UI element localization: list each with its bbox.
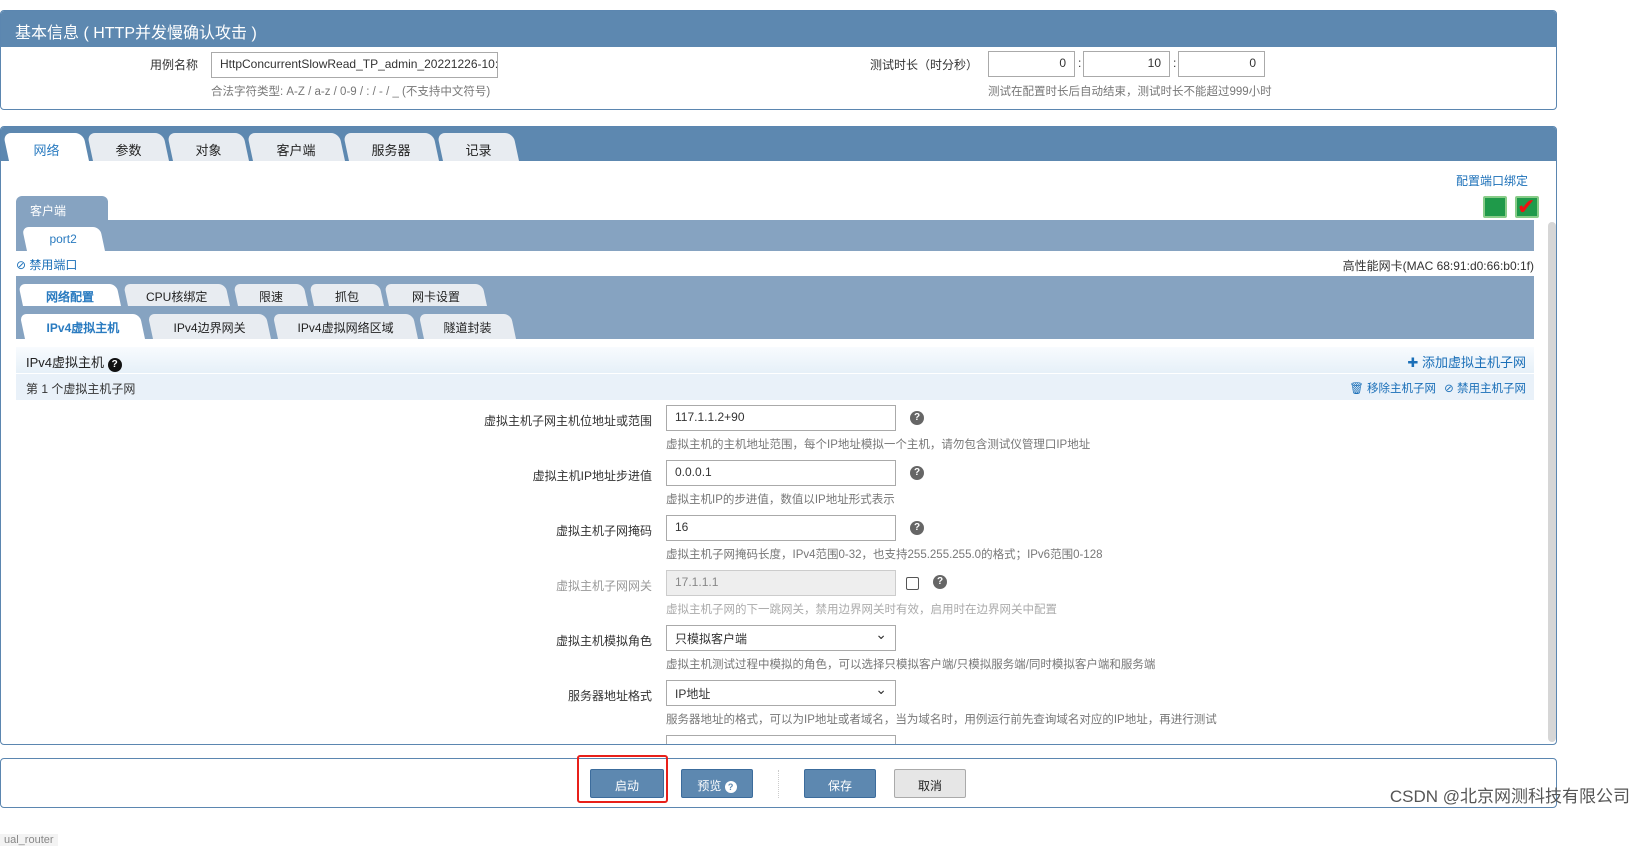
tab-client[interactable]: 客户端 [247,133,345,161]
tab-records[interactable]: 记录 [437,133,519,161]
help-icon[interactable]: ? [107,358,122,372]
field-hint: 虚拟主机的主机地址范围，每个IP地址模拟一个主机，请勿包含测试仪管理口IP地址 [666,439,1091,451]
tab-objects[interactable]: 对象 [167,133,249,161]
server-format-select[interactable]: IP地址 [666,680,896,706]
start-button[interactable]: 启动 [590,769,664,798]
ip-step-input[interactable]: 0.0.0.1 [666,460,896,486]
help-icon[interactable]: ? [933,575,947,589]
subnet-header: 第 1 个虚拟主机子网 [16,374,1534,400]
tab-server[interactable]: 服务器 [343,133,439,161]
help-icon[interactable]: ? [910,466,924,480]
tab-ipv4-virtual-zone[interactable]: IPv4虚拟网络区域 [272,314,418,339]
cancel-button[interactable]: 取消 [894,769,966,798]
duration-hint: 测试在配置时长后自动结束，测试时长不能超过999小时 [988,86,1272,98]
minutes-input[interactable]: 10 [1083,51,1170,77]
section-title: IPv4虚拟主机 [26,355,105,370]
field-hint: 虚拟主机IP的步进值，数值以IP地址形式表示 [666,494,895,506]
tab-network-config[interactable]: 网络配置 [18,284,122,306]
disable-port-link[interactable]: ⊘ 禁用端口 [16,256,77,273]
save-button[interactable]: 保存 [804,769,876,798]
add-subnet-link[interactable]: ✚ 添加虚拟主机子网 [1407,352,1526,371]
hours-input[interactable]: 0 [988,51,1075,77]
network-port-icon[interactable] [1483,196,1507,218]
field-hint: 虚拟主机子网掩码长度，IPv4范围0-32，也支持255.255.255.0的格… [666,549,1103,561]
separator: : [1173,56,1177,70]
basic-info-title: 基本信息 ( HTTP并发慢确认攻击 ) [1,11,1556,47]
host-range-input[interactable]: 117.1.1.2+90 [666,405,896,431]
field-label: 虚拟主机IP地址步进值 [532,469,652,483]
seconds-input[interactable]: 0 [1178,51,1265,77]
case-name-hint: 合法字符类型: A-Z / a-z / 0-9 / : / - / _ (不支持… [211,86,491,98]
status-text: ual_router [0,834,58,846]
tab-ipv4-border-gateway[interactable]: IPv4边界网关 [147,314,271,339]
tab-tunnel[interactable]: 隧道封装 [418,314,516,339]
field-hint: 服务器地址的格式，可以为IP地址或者域名，当为域名时，用例运行前先查询域名对应的… [666,714,1217,726]
duration-label: 测试时长（时分秒） [870,58,979,72]
next-field-input[interactable] [666,735,896,744]
separator: : [1078,56,1082,70]
help-icon: ? [724,781,737,793]
field-hint: 虚拟主机子网的下一跳网关，禁用边界网关时有效，启用时在边界网关中配置 [666,604,1057,616]
main-tabs: 网络 参数 对象 客户端 服务器 记录 [1,127,1556,161]
help-icon[interactable]: ? [910,411,924,425]
field-label: 虚拟主机子网掩码 [555,524,652,538]
divider [778,770,779,798]
field-label: 服务器地址格式 [567,689,652,703]
preview-button[interactable]: 预览 ? [681,769,753,798]
field-hint: 虚拟主机测试过程中模拟的角色，可以选择只模拟客户端/只模拟服务端/同时模拟客户端… [666,659,1156,671]
watermark: CSDN @北京网测科技有限公司 [1389,787,1630,806]
field-label: 虚拟主机子网主机位地址或范围 [483,414,652,428]
tab-cpu-binding[interactable]: CPU核绑定 [123,284,230,306]
scrollbar[interactable] [1548,222,1556,742]
nic-info: 高性能网卡(MAC 68:91:d0:66:b0:1f) [1342,259,1534,273]
disable-subnet-link[interactable]: ⊘ 禁用主机子网 [1444,380,1526,396]
tab-port2[interactable]: port2 [21,227,105,251]
case-name-label: 用例名称 [150,58,199,72]
gateway-checkbox[interactable] [906,577,919,590]
tab-capture[interactable]: 抓包 [309,284,384,306]
gateway-input[interactable]: 17.1.1.1 [666,570,896,596]
tab-network[interactable]: 网络 [3,133,90,161]
subnet-mask-input[interactable]: 16 [666,515,896,541]
port-tabbar [16,220,1534,251]
tab-params[interactable]: 参数 [87,133,169,161]
tab-ipv4-virtual-host[interactable]: IPv4虚拟主机 [19,314,145,339]
case-name-input[interactable]: HttpConcurrentSlowRead_TP_admin_20221226… [211,52,498,78]
tab-nic-settings[interactable]: 网卡设置 [384,284,487,306]
remove-subnet-link[interactable]: 🗑 移除主机子网 [1349,380,1436,396]
section-header: IPv4虚拟主机 ? [16,347,1534,373]
client-section-tab[interactable]: 客户端 [16,196,108,221]
role-select[interactable]: 只模拟客户端 [666,625,896,651]
port-binding-link[interactable]: 配置端口绑定 [1456,172,1528,189]
basic-info-panel: 基本信息 ( HTTP并发慢确认攻击 ) 用例名称 HttpConcurrent… [0,10,1557,110]
field-label: 虚拟主机模拟角色 [555,634,652,648]
tab-rate-limit[interactable]: 限速 [233,284,308,306]
port-checked-icon[interactable]: ✔ [1515,196,1539,218]
config-panel: 网络 参数 对象 客户端 服务器 记录 配置端口绑定 ✔ 客户端 port2 ⊘… [0,126,1557,745]
field-label: 虚拟主机子网网关 [555,579,652,593]
help-icon[interactable]: ? [910,521,924,535]
